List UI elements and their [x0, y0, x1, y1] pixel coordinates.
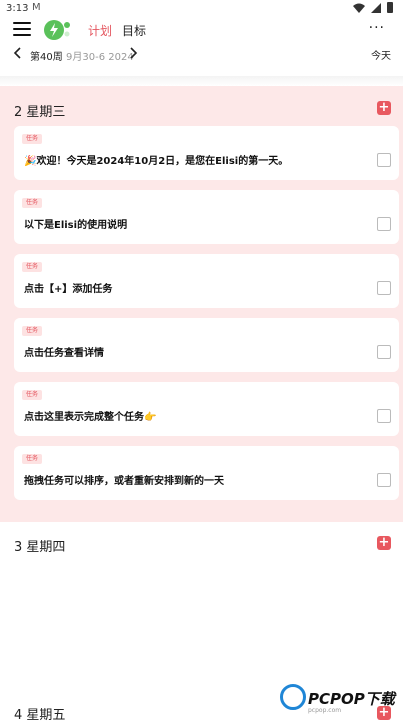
- task-badge: 任务: [22, 326, 43, 336]
- task-card[interactable]: 任务 以下是Elisi的使用说明: [14, 190, 399, 244]
- task-checkbox[interactable]: [377, 153, 391, 167]
- task-text: 拖拽任务可以排序，或者重新安排到新的一天: [24, 476, 224, 487]
- task-checkbox[interactable]: [377, 409, 391, 423]
- week-range: 9月30-6 2024: [66, 52, 134, 63]
- day-title: 3 星期四: [14, 540, 66, 555]
- watermark-logo-icon: [280, 684, 306, 710]
- week-navigator: 第40周 9月30-6 2024 今天: [0, 44, 403, 66]
- task-card[interactable]: 任务 拖拽任务可以排序，或者重新安排到新的一天: [14, 446, 399, 500]
- tab-plan[interactable]: 计划: [88, 22, 112, 39]
- add-task-button[interactable]: +: [377, 101, 391, 115]
- app-logo-icon[interactable]: [43, 19, 73, 41]
- tab-goal[interactable]: 目标: [122, 22, 146, 39]
- watermark-text: PCPOP下载: [308, 690, 395, 708]
- task-card[interactable]: 任务 点击这里表示完成整个任务👉: [14, 382, 399, 436]
- task-checkbox[interactable]: [377, 217, 391, 231]
- task-text: 点击任务查看详情: [24, 348, 104, 359]
- mail-icon: M: [32, 2, 41, 13]
- signal-icon: [371, 2, 381, 13]
- week-label: 第40周: [30, 52, 63, 63]
- task-text: 以下是Elisi的使用说明: [24, 220, 128, 231]
- task-card[interactable]: 任务 🎉欢迎！今天是2024年10月2日，是您在Elisi的第一天。: [14, 126, 399, 180]
- task-checkbox[interactable]: [377, 473, 391, 487]
- menu-icon[interactable]: [13, 22, 31, 36]
- task-checkbox[interactable]: [377, 281, 391, 295]
- task-text: 点击这里表示完成整个任务👉: [24, 412, 157, 423]
- day-title: 2 星期三: [14, 105, 66, 120]
- task-badge: 任务: [22, 198, 43, 208]
- watermark: PCPOP下载 pcpop.com: [276, 684, 403, 720]
- day-section-wednesday: 2 星期三 + 任务 🎉欢迎！今天是2024年10月2日，是您在Elisi的第一…: [0, 86, 403, 522]
- task-badge: 任务: [22, 454, 43, 464]
- more-icon[interactable]: ···: [369, 20, 385, 36]
- status-time: 3:13: [6, 3, 29, 14]
- status-icons: [353, 2, 393, 13]
- wifi-icon: [353, 3, 365, 13]
- task-text: 🎉欢迎！今天是2024年10月2日，是您在Elisi的第一天。: [24, 156, 289, 167]
- add-task-button[interactable]: +: [377, 536, 391, 550]
- battery-icon: [387, 2, 393, 13]
- chevron-left-icon[interactable]: [13, 47, 23, 59]
- task-text: 点击【+】添加任务: [24, 284, 113, 295]
- day-title: 4 星期五: [14, 708, 66, 723]
- task-checkbox[interactable]: [377, 345, 391, 359]
- header-divider: [0, 76, 403, 86]
- today-button[interactable]: 今天: [371, 47, 391, 62]
- app-header: 计划 目标 ···: [0, 18, 403, 42]
- day-section-thursday: 3 星期四 +: [0, 522, 403, 562]
- task-badge: 任务: [22, 262, 43, 272]
- chevron-right-icon[interactable]: [128, 47, 138, 59]
- task-card[interactable]: 任务 点击【+】添加任务: [14, 254, 399, 308]
- task-badge: 任务: [22, 390, 43, 400]
- watermark-sub: pcpop.com: [308, 707, 342, 714]
- task-badge: 任务: [22, 134, 43, 144]
- task-card[interactable]: 任务 点击任务查看详情: [14, 318, 399, 372]
- status-bar: 3:13 M: [0, 0, 403, 18]
